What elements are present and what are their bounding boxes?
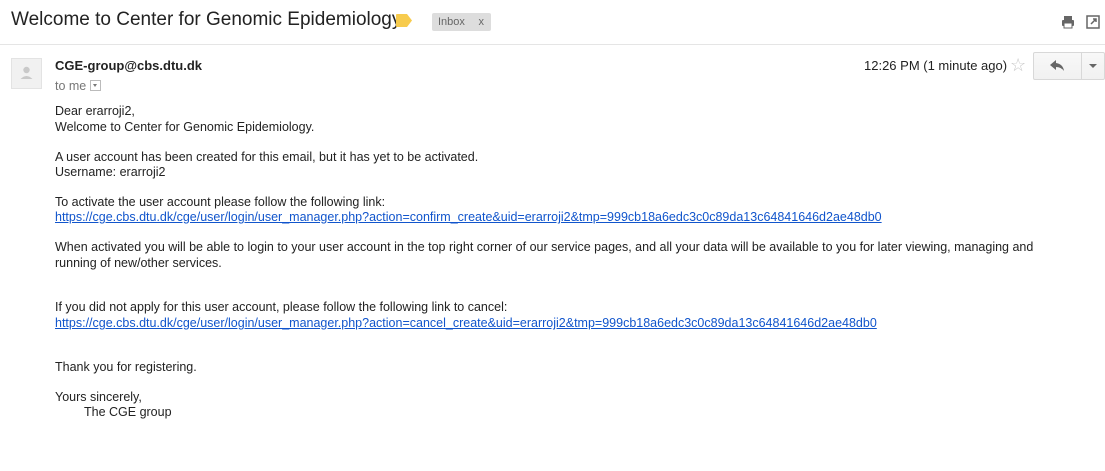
- when-activated-line-1: When activated you will be able to login…: [55, 240, 1034, 254]
- when-activated-line-2: running of new/other services.: [55, 256, 222, 270]
- reply-button[interactable]: [1034, 53, 1082, 79]
- signature-line: The CGE group: [84, 405, 172, 419]
- reply-button-group: [1033, 52, 1105, 80]
- subject-bar: Welcome to Center for Genomic Epidemiolo…: [0, 0, 1105, 45]
- activate-link[interactable]: https://cge.cbs.dtu.dk/cge/user/login/us…: [55, 210, 882, 224]
- recipient-line: to me: [55, 79, 102, 93]
- email-subject: Welcome to Center for Genomic Epidemiolo…: [11, 9, 402, 30]
- message-timestamp: 12:26 PM (1 minute ago): [864, 58, 1008, 73]
- cancel-intro-line: If you did not apply for this user accou…: [55, 300, 508, 314]
- recipient-text: to me: [55, 79, 87, 93]
- closing-line: Yours sincerely,: [55, 390, 142, 404]
- remove-label-icon[interactable]: x: [479, 13, 485, 31]
- account-created-line: A user account has been created for this…: [55, 150, 479, 164]
- star-icon[interactable]: ☆: [1010, 55, 1026, 75]
- label-tag-icon[interactable]: [396, 14, 412, 27]
- cancel-link[interactable]: https://cge.cbs.dtu.dk/cge/user/login/us…: [55, 316, 877, 330]
- print-icon[interactable]: [1061, 15, 1075, 29]
- activate-intro-line: To activate the user account please foll…: [55, 195, 386, 209]
- more-options-button[interactable]: [1081, 53, 1105, 79]
- sender-address[interactable]: CGE-group@cbs.dtu.dk: [55, 58, 202, 73]
- thanks-line: Thank you for registering.: [55, 360, 197, 374]
- inbox-label-chip[interactable]: Inbox x: [432, 13, 491, 31]
- new-window-icon[interactable]: [1086, 15, 1100, 29]
- show-details-icon[interactable]: [90, 80, 102, 92]
- greeting-line: Dear erarroji2,: [55, 104, 135, 118]
- username-line: Username: erarroji2: [55, 165, 166, 179]
- welcome-line: Welcome to Center for Genomic Epidemiolo…: [55, 120, 315, 134]
- inbox-label-text: Inbox: [438, 16, 465, 28]
- avatar-icon: [11, 58, 42, 89]
- reply-icon: [1050, 60, 1064, 71]
